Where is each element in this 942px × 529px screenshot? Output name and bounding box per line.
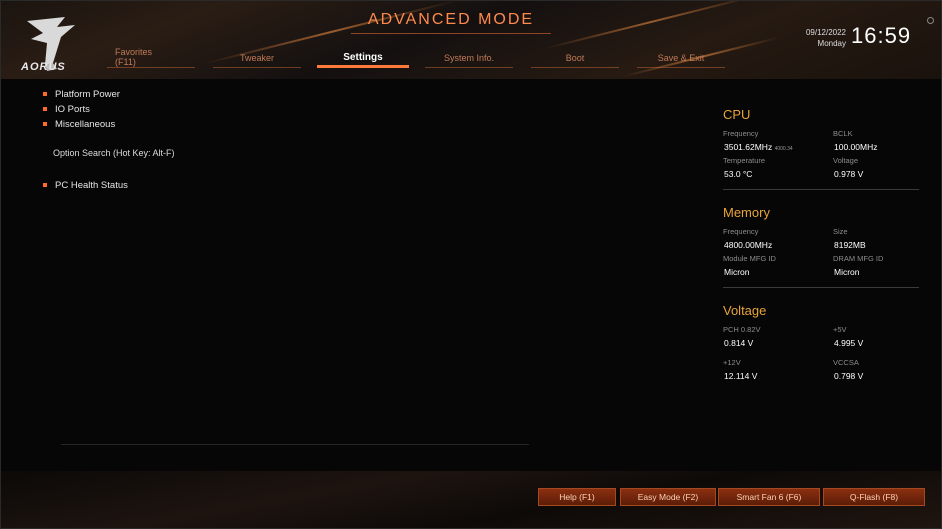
menu-item-platform-power[interactable]: Platform Power: [41, 87, 441, 102]
menu-item-miscellaneous[interactable]: Miscellaneous: [41, 117, 441, 132]
bios-window: AORUS ADVANCED MODE Favorites (F11) Twea…: [0, 0, 942, 529]
cpu-frequency-value: 3501.62MHz 4000.34: [723, 140, 833, 154]
pch-value: 0.814 V: [724, 338, 754, 348]
cpu-grid: Frequency BCLK 3501.62MHz 4000.34 100.00…: [723, 128, 923, 181]
settings-menu-health: PC Health Status: [41, 178, 128, 193]
easy-mode-button[interactable]: Easy Mode (F2): [620, 488, 716, 506]
dram-mfg-label: DRAM MFG ID: [833, 254, 884, 263]
cpu-frequency-text: 3501.62MHz: [724, 142, 773, 152]
dram-mfg-value: Micron: [834, 267, 860, 277]
tab-tweaker[interactable]: Tweaker: [207, 45, 307, 71]
tab-boot[interactable]: Boot: [525, 45, 625, 71]
v12-value: 12.114 V: [724, 371, 758, 381]
system-status-panel: CPU Frequency BCLK 3501.62MHz 4000.34 10…: [723, 106, 923, 383]
module-mfg-label: Module MFG ID: [723, 254, 776, 263]
module-mfg-value: Micron: [724, 267, 750, 277]
day-label: Monday: [817, 39, 846, 48]
settings-menu: Platform Power IO Ports Miscellaneous: [41, 87, 441, 132]
help-divider: [61, 444, 529, 445]
brand-label: AORUS: [21, 61, 66, 73]
decor-streak: [544, 1, 758, 50]
voltage-grid: PCH 0.82V +5V 0.814 V 4.995 V +12V VCCSA…: [723, 324, 923, 383]
cpu-frequency-label: Frequency: [723, 129, 759, 138]
footer-bar: Help (F1) Easy Mode (F2) Smart Fan 6 (F6…: [1, 471, 941, 528]
main-tabs: Favorites (F11) Tweaker Settings System …: [101, 45, 741, 71]
mode-title: ADVANCED MODE: [351, 7, 551, 34]
memory-size-value: 8192MB: [834, 240, 866, 250]
header-bar: AORUS ADVANCED MODE Favorites (F11) Twea…: [1, 1, 941, 79]
menu-item-label: IO Ports: [55, 104, 90, 115]
bullet-icon: [43, 183, 47, 187]
vccsa-label: VCCSA: [833, 358, 859, 367]
tab-favorites[interactable]: Favorites (F11): [101, 45, 201, 71]
cpu-temperature-label: Temperature: [723, 156, 766, 165]
help-button[interactable]: Help (F1): [538, 488, 616, 506]
menu-item-label: Platform Power: [55, 89, 120, 100]
cpu-title: CPU: [723, 107, 751, 122]
voltage-title: Voltage: [723, 303, 767, 318]
bullet-icon: [43, 122, 47, 126]
memory-size-label: Size: [833, 227, 848, 236]
v12-label: +12V: [723, 358, 741, 367]
memory-frequency-value: 4800.00MHz: [724, 240, 773, 250]
tab-favorites-label: Favorites: [115, 47, 153, 57]
panel-divider: [723, 189, 919, 190]
tab-favorites-hotkey: (F11): [115, 57, 136, 67]
vccsa-value: 0.798 V: [834, 371, 864, 381]
cpu-temperature-value: 53.0 °C: [724, 169, 753, 179]
menu-item-label: PC Health Status: [55, 180, 128, 191]
v5-label: +5V: [833, 325, 847, 334]
panel-divider: [723, 287, 919, 288]
bullet-icon: [43, 107, 47, 111]
settings-dot-icon[interactable]: [927, 17, 934, 24]
date-display: 09/12/2022 Monday: [786, 27, 846, 49]
cpu-ratio-text: 4000.34: [774, 146, 793, 152]
clock-time: 16:59: [851, 23, 912, 48]
memory-title: Memory: [723, 205, 770, 220]
tab-system-info[interactable]: System Info.: [419, 45, 519, 71]
cpu-bclk-label: BCLK: [833, 129, 853, 138]
v5-value: 4.995 V: [834, 338, 864, 348]
pch-label: PCH 0.82V: [723, 325, 761, 334]
smart-fan-button[interactable]: Smart Fan 6 (F6): [718, 488, 820, 506]
qflash-button[interactable]: Q-Flash (F8): [823, 488, 925, 506]
menu-item-io-ports[interactable]: IO Ports: [41, 102, 441, 117]
tab-save-exit[interactable]: Save & Exit: [631, 45, 731, 71]
tab-settings[interactable]: Settings: [313, 45, 413, 71]
memory-frequency-label: Frequency: [723, 227, 759, 236]
cpu-voltage-value: 0.978 V: [834, 169, 864, 179]
menu-item-label: Miscellaneous: [55, 119, 116, 130]
cpu-bclk-value: 100.00MHz: [834, 142, 878, 152]
date-label: 09/12/2022: [805, 28, 846, 37]
memory-grid: Frequency Size 4800.00MHz 8192MB Module …: [723, 226, 923, 279]
cpu-voltage-label: Voltage: [833, 156, 859, 165]
bullet-icon: [43, 92, 47, 96]
option-search[interactable]: Option Search (Hot Key: Alt-F): [53, 148, 175, 158]
menu-item-pc-health-status[interactable]: PC Health Status: [41, 178, 128, 193]
